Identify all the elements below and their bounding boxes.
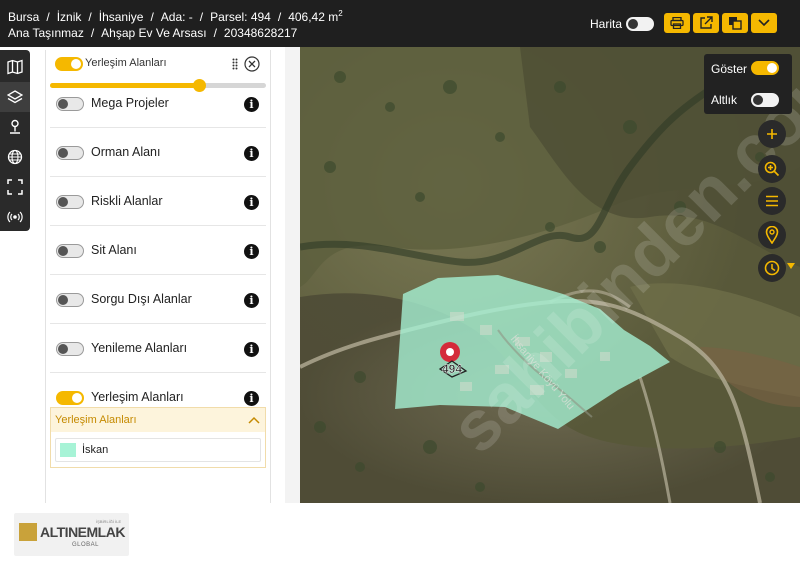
legend: Yerleşim Alanları İskan xyxy=(50,407,266,468)
zoom-in-button[interactable] xyxy=(758,120,786,148)
layer-label: Yerleşim Alanları xyxy=(91,390,184,404)
broadcast-icon xyxy=(7,211,23,223)
copy-button[interactable] xyxy=(722,13,748,33)
panel-scrollbar[interactable] xyxy=(285,47,300,503)
breadcrumb-district[interactable]: İznik xyxy=(57,10,82,24)
globe-button[interactable] xyxy=(0,142,30,172)
legend-item: İskan xyxy=(55,438,261,462)
breadcrumb-property-id: 20348628217 xyxy=(223,26,298,40)
share-icon xyxy=(700,16,713,29)
layer-row[interactable]: Orman Alanı i xyxy=(50,129,266,177)
layer-toggle[interactable] xyxy=(56,195,84,209)
logo-brand-text: ALTINEMLAK xyxy=(40,524,125,540)
history-button[interactable] xyxy=(758,254,786,282)
layer-label: Riskli Alanlar xyxy=(91,194,163,208)
layers-panel: Yerleşim Alanları Mega Projeler i Orman Al… xyxy=(45,50,271,503)
logo-sub-text: GLOBAL xyxy=(72,542,100,548)
legend-swatch xyxy=(60,443,76,457)
parcel-marker-label: 494 xyxy=(442,362,462,376)
breadcrumb-area: 406,42 m xyxy=(288,10,339,24)
base-layer-toggle[interactable] xyxy=(751,93,779,107)
location-pin-icon xyxy=(765,226,779,244)
map-view-button[interactable] xyxy=(0,52,30,82)
zoom-search-icon xyxy=(764,161,780,177)
layer-toggle[interactable] xyxy=(56,293,84,307)
pin-person-icon xyxy=(10,119,20,134)
layer-label: Sit Alanı xyxy=(91,243,137,257)
legend-title: Yerleşim Alanları xyxy=(55,414,137,426)
top-bar: Bursa / İznik / İhsaniye / Ada: - / Parsel: 494/… xyxy=(0,0,800,47)
base-layer-label: Altlık xyxy=(711,93,738,107)
info-icon[interactable]: i xyxy=(244,146,259,161)
layer-toggle[interactable] xyxy=(56,146,84,160)
street-view-button[interactable] xyxy=(0,112,30,142)
layer-label: Mega Projeler xyxy=(91,96,169,110)
map-overlay-panel: Göster Altlık xyxy=(704,54,792,114)
info-icon[interactable]: i xyxy=(244,97,259,112)
info-icon[interactable]: i xyxy=(244,293,259,308)
print-button[interactable] xyxy=(664,13,690,33)
breadcrumb-city[interactable]: Bursa xyxy=(8,10,39,24)
layer-row[interactable]: Mega Projeler i xyxy=(50,80,266,128)
layer-label: Orman Alanı xyxy=(91,145,161,159)
print-icon xyxy=(670,17,684,29)
location-button[interactable] xyxy=(758,221,786,249)
show-label: Göster xyxy=(711,62,748,76)
layer-row[interactable]: Sorgu Dışı Alanlar i xyxy=(50,276,266,324)
globe-icon xyxy=(7,149,23,165)
breadcrumb-parcel: Parsel: 494 xyxy=(210,10,271,24)
clock-icon xyxy=(764,260,780,276)
show-toggle[interactable] xyxy=(751,61,779,75)
layers-panel-title: Yerleşim Alanları xyxy=(85,57,167,69)
more-button[interactable] xyxy=(751,13,777,33)
header-layer-toggle[interactable] xyxy=(55,57,83,71)
layers-button[interactable] xyxy=(0,82,30,112)
layers-icon xyxy=(7,90,23,104)
legend-item-label: İskan xyxy=(82,444,109,456)
copy-icon xyxy=(729,17,742,30)
layer-row[interactable]: Sit Alanı i xyxy=(50,227,266,275)
legend-header[interactable]: Yerleşim Alanları xyxy=(51,408,265,432)
info-icon[interactable]: i xyxy=(244,391,259,406)
fullscreen-icon xyxy=(7,179,23,195)
chevron-up-icon[interactable] xyxy=(247,413,261,427)
satellite-map[interactable]: İhsaniye Köyü Yolu sahibinden.com 494 xyxy=(300,47,800,503)
close-icon[interactable] xyxy=(244,56,260,72)
map-toggle-label: Harita xyxy=(590,17,623,31)
fullscreen-button[interactable] xyxy=(0,172,30,202)
layer-row[interactable]: Riskli Alanlar i xyxy=(50,178,266,226)
share-button[interactable] xyxy=(693,13,719,33)
logo-mark-icon xyxy=(19,523,37,541)
breadcrumb-block: Ada: - xyxy=(160,10,193,24)
breadcrumb-line-1: Bursa / İznik / İhsaniye / Ada: - / Parsel: 494/… xyxy=(8,9,343,24)
brand-logo: İŞBİRLİĞİ İLE ALTINEMLAK GLOBAL xyxy=(14,513,129,556)
zoom-search-button[interactable] xyxy=(758,155,786,183)
layer-label: Sorgu Dışı Alanlar xyxy=(91,292,192,306)
breadcrumb-line-2: Ana Taşınmaz / Ahşap Ev Ve Arsası/20348628… xyxy=(8,26,298,40)
layer-toggle[interactable] xyxy=(56,342,84,356)
breadcrumb-neighborhood[interactable]: İhsaniye xyxy=(99,10,144,24)
layer-row[interactable]: Yenileme Alanları i xyxy=(50,325,266,373)
layer-toggle[interactable] xyxy=(56,97,84,111)
menu-icon xyxy=(766,195,778,207)
map-toggle[interactable] xyxy=(626,17,654,31)
satellite-imagery: İhsaniye Köyü Yolu sahibinden.com 494 xyxy=(300,47,800,503)
layer-label: Yenileme Alanları xyxy=(91,341,188,355)
breadcrumb-property-quality: Ahşap Ev Ve Arsası xyxy=(101,26,207,40)
left-toolbar xyxy=(0,50,30,231)
layer-toggle[interactable] xyxy=(56,244,84,258)
menu-button[interactable] xyxy=(758,187,786,215)
zoom-plus-icon xyxy=(767,129,777,139)
info-icon[interactable]: i xyxy=(244,195,259,210)
info-icon[interactable]: i xyxy=(244,244,259,259)
history-caret-icon[interactable] xyxy=(787,263,795,269)
info-icon[interactable]: i xyxy=(244,342,259,357)
chevron-down-icon xyxy=(758,19,770,27)
broadcast-button[interactable] xyxy=(0,202,30,232)
map-icon xyxy=(7,59,23,75)
breadcrumb-area-unit: 2 xyxy=(338,9,343,18)
breadcrumb-property-type: Ana Taşınmaz xyxy=(8,26,84,40)
drag-handle-icon[interactable] xyxy=(232,58,238,70)
layer-toggle[interactable] xyxy=(56,391,84,405)
